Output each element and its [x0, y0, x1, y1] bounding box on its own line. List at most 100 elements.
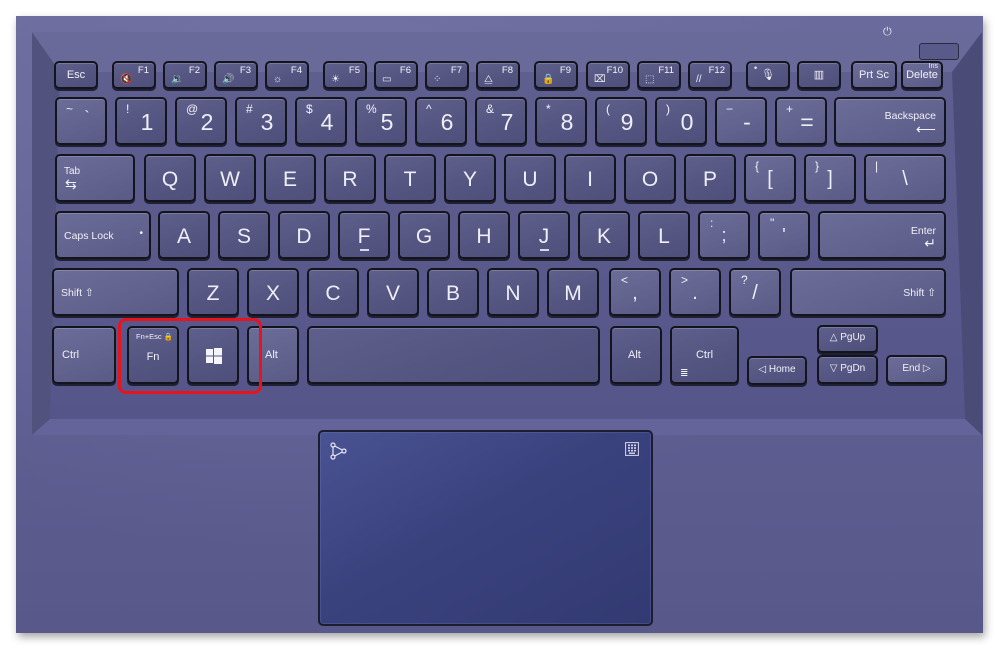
key-slash[interactable]: ? /	[729, 268, 781, 316]
key-audio-wizard[interactable]: ▥	[797, 61, 841, 89]
key-prt-sc[interactable]: Prt Sc	[851, 61, 897, 89]
key-f[interactable]: F	[338, 211, 390, 259]
key-9[interactable]: (9	[595, 97, 647, 145]
key-sym[interactable]: ~ `	[55, 97, 107, 145]
key-i[interactable]: I	[564, 154, 616, 202]
key-l[interactable]: L	[638, 211, 690, 259]
key-f2[interactable]: F2 🔉	[163, 61, 207, 89]
key-4[interactable]: $4	[295, 97, 347, 145]
key-main-symbol: ,	[632, 282, 638, 304]
key-j[interactable]: J	[518, 211, 570, 259]
key-f10[interactable]: F10 ⌧	[586, 61, 630, 89]
key-main-symbol: 5	[380, 109, 394, 135]
key-e[interactable]: E	[264, 154, 316, 202]
key-q[interactable]: Q	[144, 154, 196, 202]
backspace-arrow-icon: ⟵	[915, 121, 936, 137]
key-main-symbol: 3	[260, 109, 274, 135]
key-page-down[interactable]: ▽ PgDn	[817, 355, 878, 384]
key-quote[interactable]: " '	[758, 211, 810, 259]
key-6[interactable]: ^ 6	[415, 97, 467, 145]
key-f6[interactable]: F6 ▭	[374, 61, 418, 89]
key-right-bracket[interactable]: }]	[804, 154, 856, 202]
key-t[interactable]: T	[384, 154, 436, 202]
key-1[interactable]: ! 1	[115, 97, 167, 145]
key-enter[interactable]: Enter ↵	[818, 211, 946, 259]
key-letter: H	[476, 224, 492, 248]
key-p[interactable]: P	[684, 154, 736, 202]
key-o[interactable]: O	[624, 154, 676, 202]
key-backslash[interactable]: | \	[864, 154, 946, 202]
key-z[interactable]: Z	[187, 268, 239, 316]
key-m[interactable]: M	[547, 268, 599, 316]
key-label: Ctrl	[695, 349, 714, 361]
key-letter: B	[445, 281, 460, 305]
key-w[interactable]: W	[204, 154, 256, 202]
key-u[interactable]: U	[504, 154, 556, 202]
key-left-alt[interactable]: Alt	[247, 326, 299, 384]
key-end[interactable]: End ▷	[886, 355, 947, 384]
key-letter: L	[658, 224, 670, 248]
key-f12[interactable]: F12 //	[688, 61, 732, 89]
key-home[interactable]: ◁ Home	[747, 356, 807, 385]
key-backspace[interactable]: Backspace ⟵	[834, 97, 946, 145]
key-f11[interactable]: F11 ⬚	[637, 61, 681, 89]
key-f3[interactable]: F3 🔊	[214, 61, 258, 89]
key-b[interactable]: B	[427, 268, 479, 316]
key-3[interactable]: #3	[235, 97, 287, 145]
key-left-shift[interactable]: Shift ⇧	[52, 268, 179, 316]
key-delete[interactable]: Delete Ins	[901, 61, 943, 89]
key-label: Shift ⇧	[61, 287, 94, 299]
key-tab[interactable]: Tab ⇆	[55, 154, 135, 202]
key-right-ctrl[interactable]: Ctrl ≣	[670, 326, 739, 384]
key-c[interactable]: C	[307, 268, 359, 316]
key-esc[interactable]: Esc	[54, 61, 98, 89]
key-page-up[interactable]: △ PgUp	[817, 325, 878, 353]
key-5[interactable]: % 5	[355, 97, 407, 145]
key-period[interactable]: >.	[669, 268, 721, 316]
key-r[interactable]: R	[324, 154, 376, 202]
key-d[interactable]: D	[278, 211, 330, 259]
key-7[interactable]: & 7	[475, 97, 527, 145]
key-main-symbol: 4	[320, 109, 334, 135]
key-y[interactable]: Y	[444, 154, 496, 202]
key-letter: A	[176, 224, 191, 248]
key-windows[interactable]	[187, 326, 239, 384]
key-8[interactable]: * 8	[535, 97, 587, 145]
key-caps-lock[interactable]: Caps Lock •	[55, 211, 151, 259]
key-comma[interactable]: <,	[609, 268, 661, 316]
fkey-label: F7	[450, 65, 462, 76]
key-sym[interactable]: − -	[715, 97, 767, 145]
key-2[interactable]: @2	[175, 97, 227, 145]
key-left-ctrl[interactable]: Ctrl	[52, 326, 116, 384]
key-fn[interactable]: Fn+Esc 🔒 Fn	[127, 326, 179, 384]
key-h[interactable]: H	[458, 211, 510, 259]
key-space[interactable]	[307, 326, 600, 384]
touchpad[interactable]	[318, 430, 653, 626]
key-right-alt[interactable]: Alt	[610, 326, 662, 384]
key-letter: X	[265, 281, 280, 305]
key-x[interactable]: X	[247, 268, 299, 316]
key-f1[interactable]: F1 🔇	[112, 61, 156, 89]
key-f8[interactable]: F8 ⧋	[476, 61, 520, 89]
key-k[interactable]: K	[578, 211, 630, 259]
key-mic-mute[interactable]: 🎙 •	[746, 61, 790, 89]
key-f7[interactable]: F7 ⁘	[425, 61, 469, 89]
key-0[interactable]: ) 0	[655, 97, 707, 145]
key-f9[interactable]: F9 🔒	[534, 61, 578, 89]
key-s[interactable]: S	[218, 211, 270, 259]
key-n[interactable]: N	[487, 268, 539, 316]
key-f5[interactable]: F5 ☀	[323, 61, 367, 89]
key-sym[interactable]: + =	[775, 97, 827, 145]
key-right-shift[interactable]: Shift ⇧	[790, 268, 946, 316]
key-left-bracket[interactable]: {[	[744, 154, 796, 202]
camera-off-icon: ⌧	[594, 74, 606, 85]
key-g[interactable]: G	[398, 211, 450, 259]
key-f4[interactable]: F4 ☼	[265, 61, 309, 89]
key-semicolon[interactable]: :;	[698, 211, 750, 259]
key-main-symbol: ;	[721, 225, 727, 245]
fkey-label: F3	[239, 65, 251, 76]
fkey-label: F12	[708, 65, 725, 76]
key-a[interactable]: A	[158, 211, 210, 259]
key-v[interactable]: V	[367, 268, 419, 316]
power-button[interactable]	[919, 43, 959, 60]
